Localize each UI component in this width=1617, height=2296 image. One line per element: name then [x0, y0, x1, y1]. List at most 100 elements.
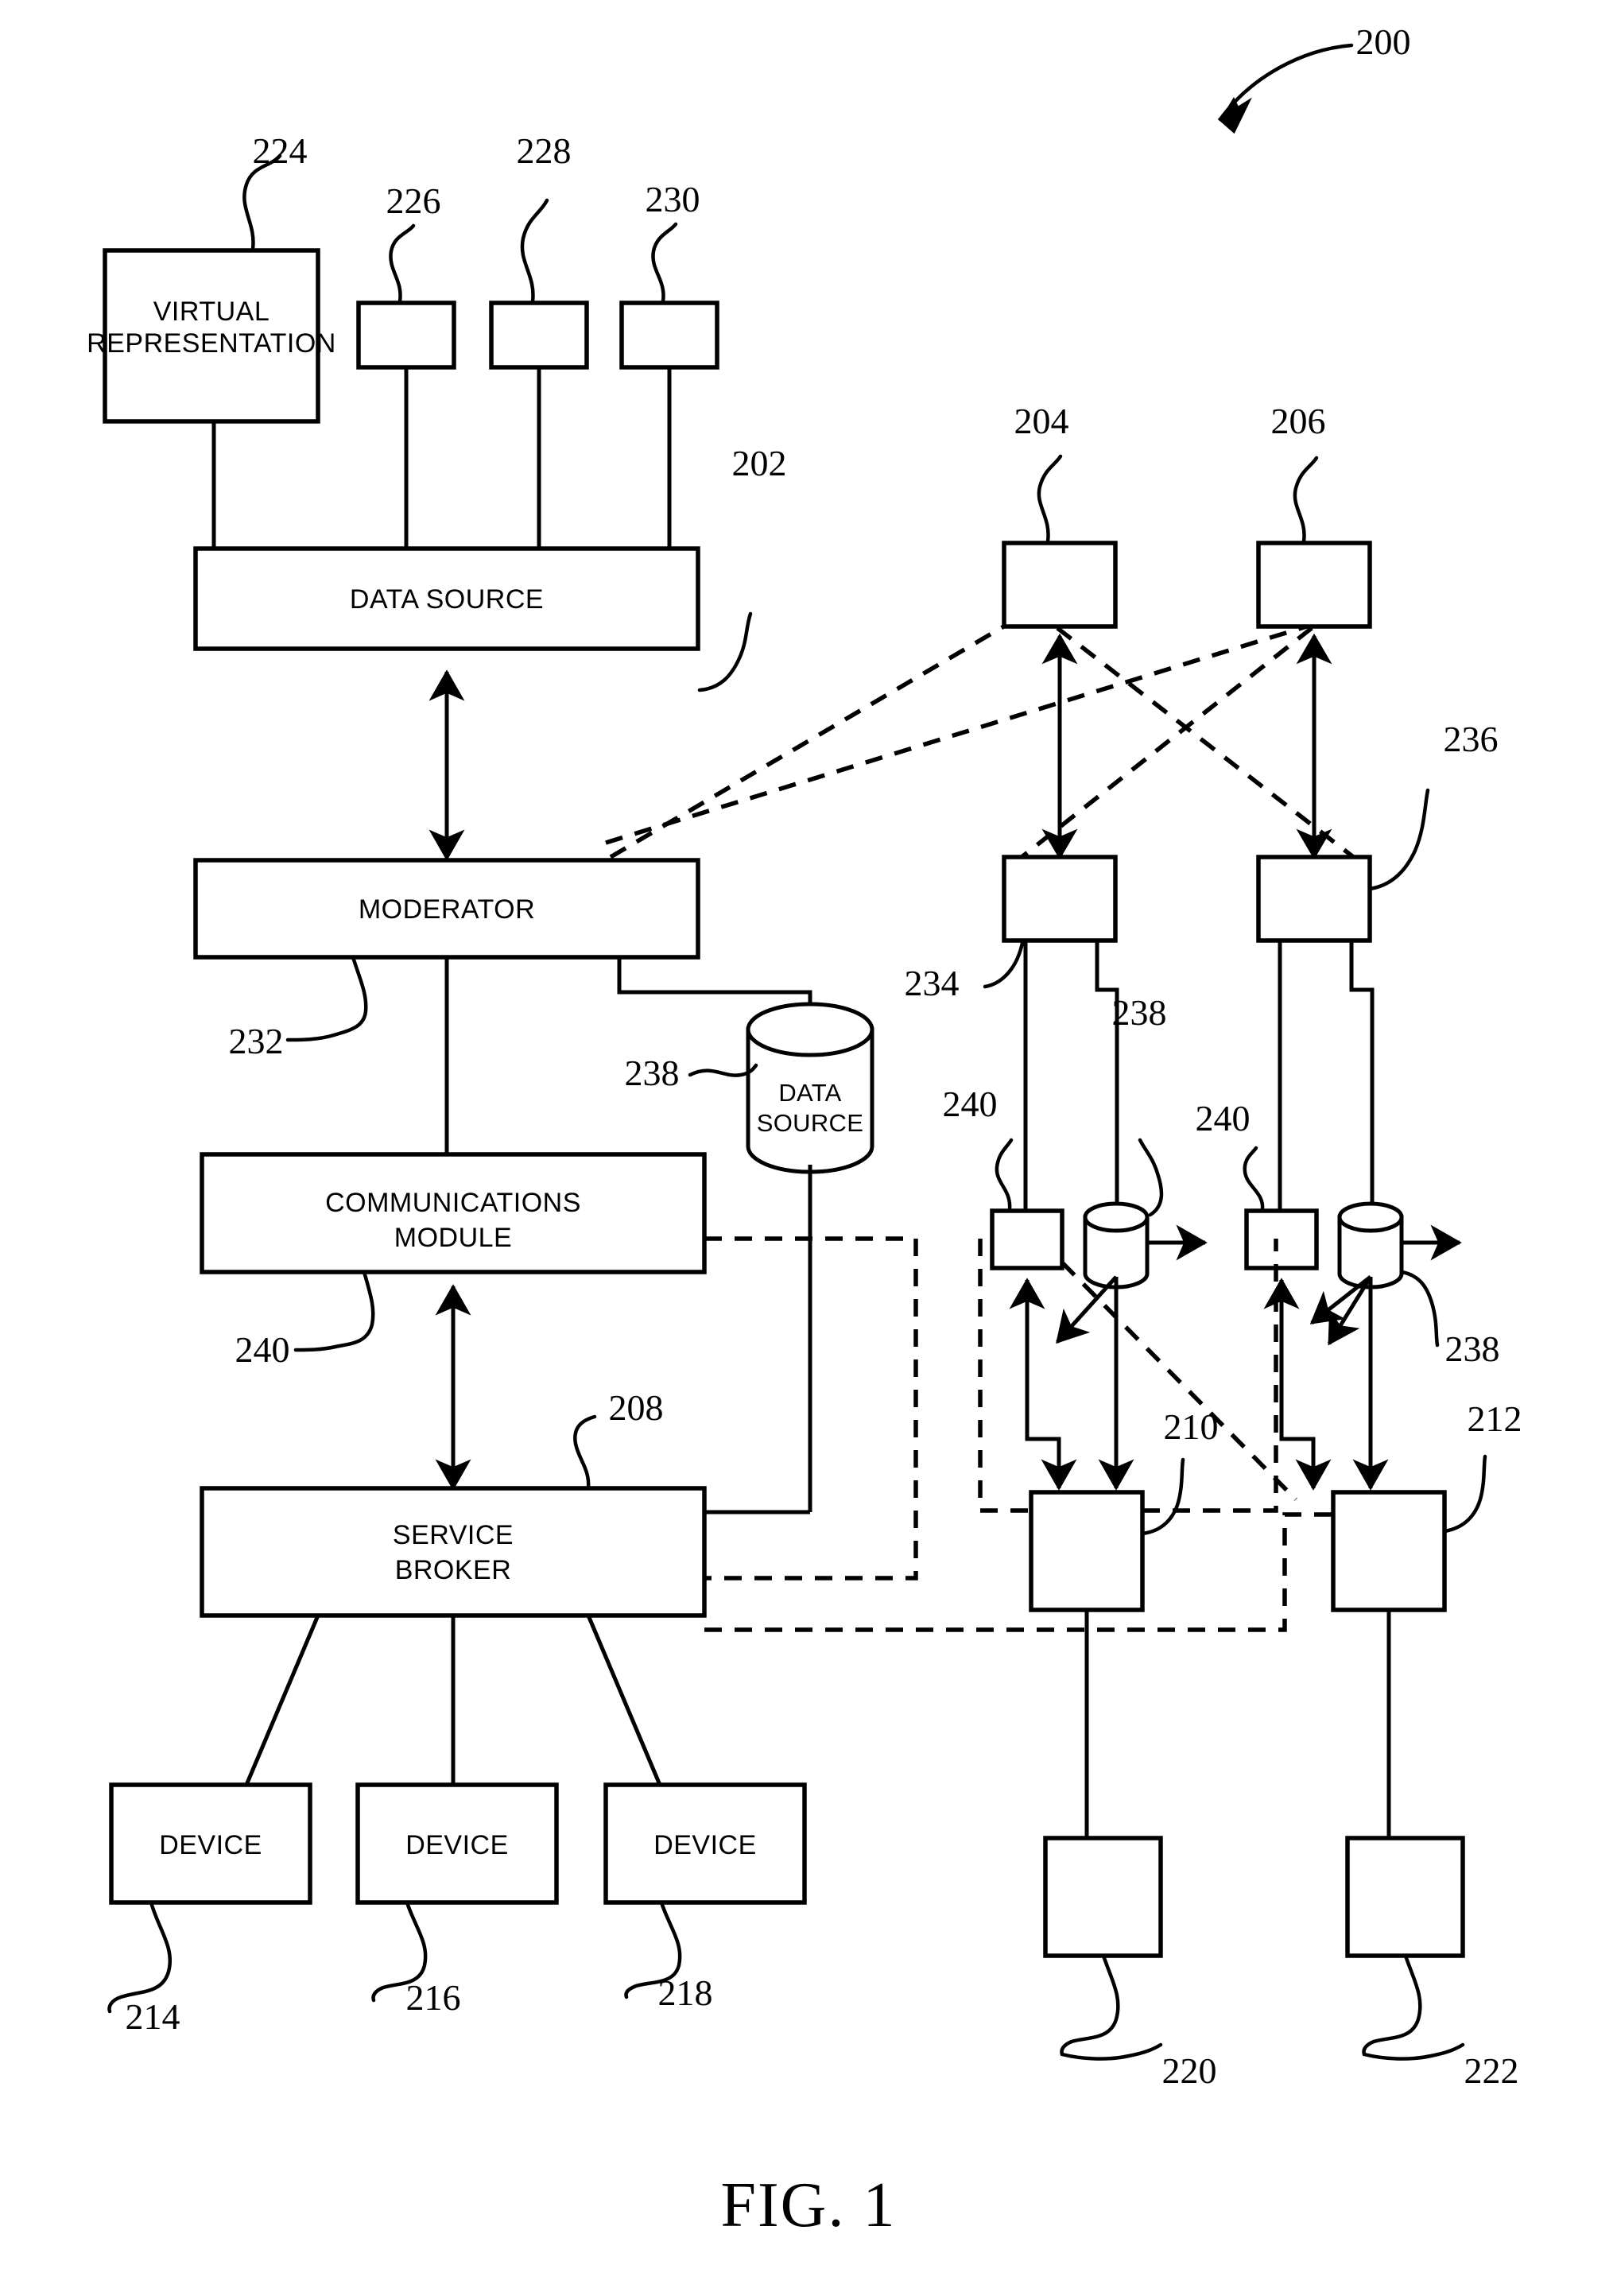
device-box-222: [1345, 1836, 1465, 1958]
ref-238-right: 238: [1445, 1328, 1500, 1369]
figure-canvas: 200 VIRTUAL REPRESENTATION 224 226 228 2…: [87, 21, 1522, 2240]
broker-box-210: [1029, 1490, 1145, 1612]
device-214-label: DEVICE: [159, 1830, 262, 1860]
ref-234: 234: [905, 963, 960, 1003]
ref-232: 232: [229, 1021, 284, 1061]
leader-240-left: [995, 1138, 1014, 1212]
mid-box-left-234: [1002, 855, 1118, 943]
dashed-204-to-236: [1056, 626, 1367, 869]
ref-226: 226: [386, 180, 441, 221]
service-broker-label-line1: SERVICE: [393, 1520, 514, 1550]
leader-230: [651, 222, 678, 304]
cyl-right-diag-arrow-a: [1309, 1275, 1372, 1324]
service-broker-box: SERVICE BROKER: [200, 1486, 707, 1618]
leader-220: [1060, 1953, 1120, 2057]
leader-206: [1293, 456, 1319, 544]
leader-214: [107, 1900, 172, 2014]
communications-module-label-line1: COMMUNICATIONS: [325, 1188, 581, 1218]
ref-202: 202: [732, 443, 787, 483]
data-source-cylinder-label-line1: DATA: [778, 1079, 841, 1107]
data-source-label: DATA SOURCE: [350, 584, 544, 615]
device-216-label: DEVICE: [405, 1830, 509, 1860]
source-box-228: [489, 301, 589, 370]
dashed-moderator-to-206: [605, 622, 1313, 845]
virtual-representation-label-line2: REPRESENTATION: [87, 328, 336, 359]
service-broker-label-line2: BROKER: [395, 1555, 512, 1585]
store-cylinder-right-238: [1337, 1201, 1404, 1290]
link-broker-device218: [586, 1615, 662, 1786]
ref-208: 208: [609, 1387, 664, 1428]
cyl-right-diag-arrow-b: [1327, 1275, 1373, 1346]
ref-204: 204: [1014, 401, 1069, 441]
data-source-cylinder: DATA SOURCE: [746, 1002, 874, 1174]
ref-238-cylinder: 238: [625, 1053, 680, 1093]
ref-218: 218: [658, 1972, 713, 2013]
leader-240-right: [1243, 1146, 1265, 1212]
device-218-label: DEVICE: [653, 1830, 757, 1860]
dashed-broker-to-212: [704, 1512, 1333, 1632]
source-box-230: [619, 301, 719, 370]
moderator-box: MODERATOR: [193, 858, 700, 960]
leader-240-comm: [293, 1270, 375, 1352]
leader-236: [1367, 788, 1430, 891]
ref-224: 224: [253, 130, 308, 171]
ref-214: 214: [126, 1996, 180, 2037]
system-ref-arrow: [1217, 43, 1354, 134]
virtual-representation-label-line1: VIRTUAL: [153, 297, 270, 327]
leader-238-right-small: [1399, 1270, 1440, 1348]
leader-204: [1037, 454, 1063, 544]
ref-228: 228: [517, 130, 572, 171]
ref-240-right: 240: [1196, 1098, 1251, 1138]
device-box-218: DEVICE: [603, 1782, 807, 1905]
mid-box-right-236: [1256, 855, 1372, 943]
broker-box-212: [1331, 1490, 1447, 1612]
ref-206: 206: [1271, 401, 1326, 441]
leader-226: [389, 223, 416, 304]
stem-comm-left-to-210: [1025, 1352, 1077, 1491]
leader-238-left-small: [1138, 1138, 1164, 1217]
virtual-representation-box: VIRTUAL REPRESENTATION: [87, 248, 336, 424]
node-box-204: [1002, 541, 1118, 629]
leader-220-tail: [1060, 2042, 1163, 2061]
device-box-214: DEVICE: [109, 1782, 312, 1905]
ref-236: 236: [1444, 719, 1499, 759]
communications-module-box: COMMUNICATIONS MODULE: [200, 1152, 707, 1274]
leader-222: [1362, 1953, 1422, 2057]
dashed-210-out-right: [1142, 1239, 1278, 1513]
ref-240-comm: 240: [235, 1329, 290, 1370]
figure-caption: FIG. 1: [721, 2170, 897, 2240]
communications-module-label-line2: MODULE: [394, 1223, 512, 1253]
patent-figure-root: 200 VIRTUAL REPRESENTATION 224 226 228 2…: [0, 0, 1617, 2296]
node-box-206: [1256, 541, 1372, 629]
ref-222: 222: [1464, 2050, 1519, 2091]
ref-210: 210: [1164, 1406, 1219, 1447]
leader-228: [520, 198, 549, 304]
store-cylinder-left-238: [1083, 1201, 1150, 1290]
stem-left-b: [1095, 941, 1119, 1211]
comm-box-right-240: [1244, 1208, 1319, 1270]
ref-240-left: 240: [943, 1084, 998, 1124]
moderator-label: MODERATOR: [359, 894, 535, 925]
stem-comm-right-to-212: [1279, 1352, 1332, 1491]
leader-202: [697, 611, 753, 692]
ref-230: 230: [646, 179, 700, 219]
ref-200: 200: [1356, 21, 1411, 62]
ref-212: 212: [1468, 1398, 1522, 1439]
data-source-cylinder-label-line2: SOURCE: [757, 1109, 863, 1137]
stem-right-b: [1349, 941, 1375, 1211]
comm-box-left-240: [990, 1208, 1064, 1270]
device-box-216: DEVICE: [355, 1782, 559, 1905]
dashed-206-to-234: [1008, 626, 1313, 869]
ref-220: 220: [1162, 2050, 1217, 2091]
dashed-left-branch-into-210: [978, 1239, 1031, 1513]
leader-222-tail: [1362, 2042, 1465, 2061]
source-box-226: [356, 301, 456, 370]
leader-212: [1442, 1454, 1487, 1534]
device-box-220: [1043, 1836, 1163, 1958]
leader-232: [285, 955, 368, 1042]
ref-216: 216: [406, 1977, 461, 2018]
ref-238-left: 238: [1112, 992, 1167, 1033]
leader-210: [1140, 1457, 1185, 1536]
data-source-box: DATA SOURCE: [193, 546, 700, 651]
leader-208: [573, 1414, 597, 1491]
